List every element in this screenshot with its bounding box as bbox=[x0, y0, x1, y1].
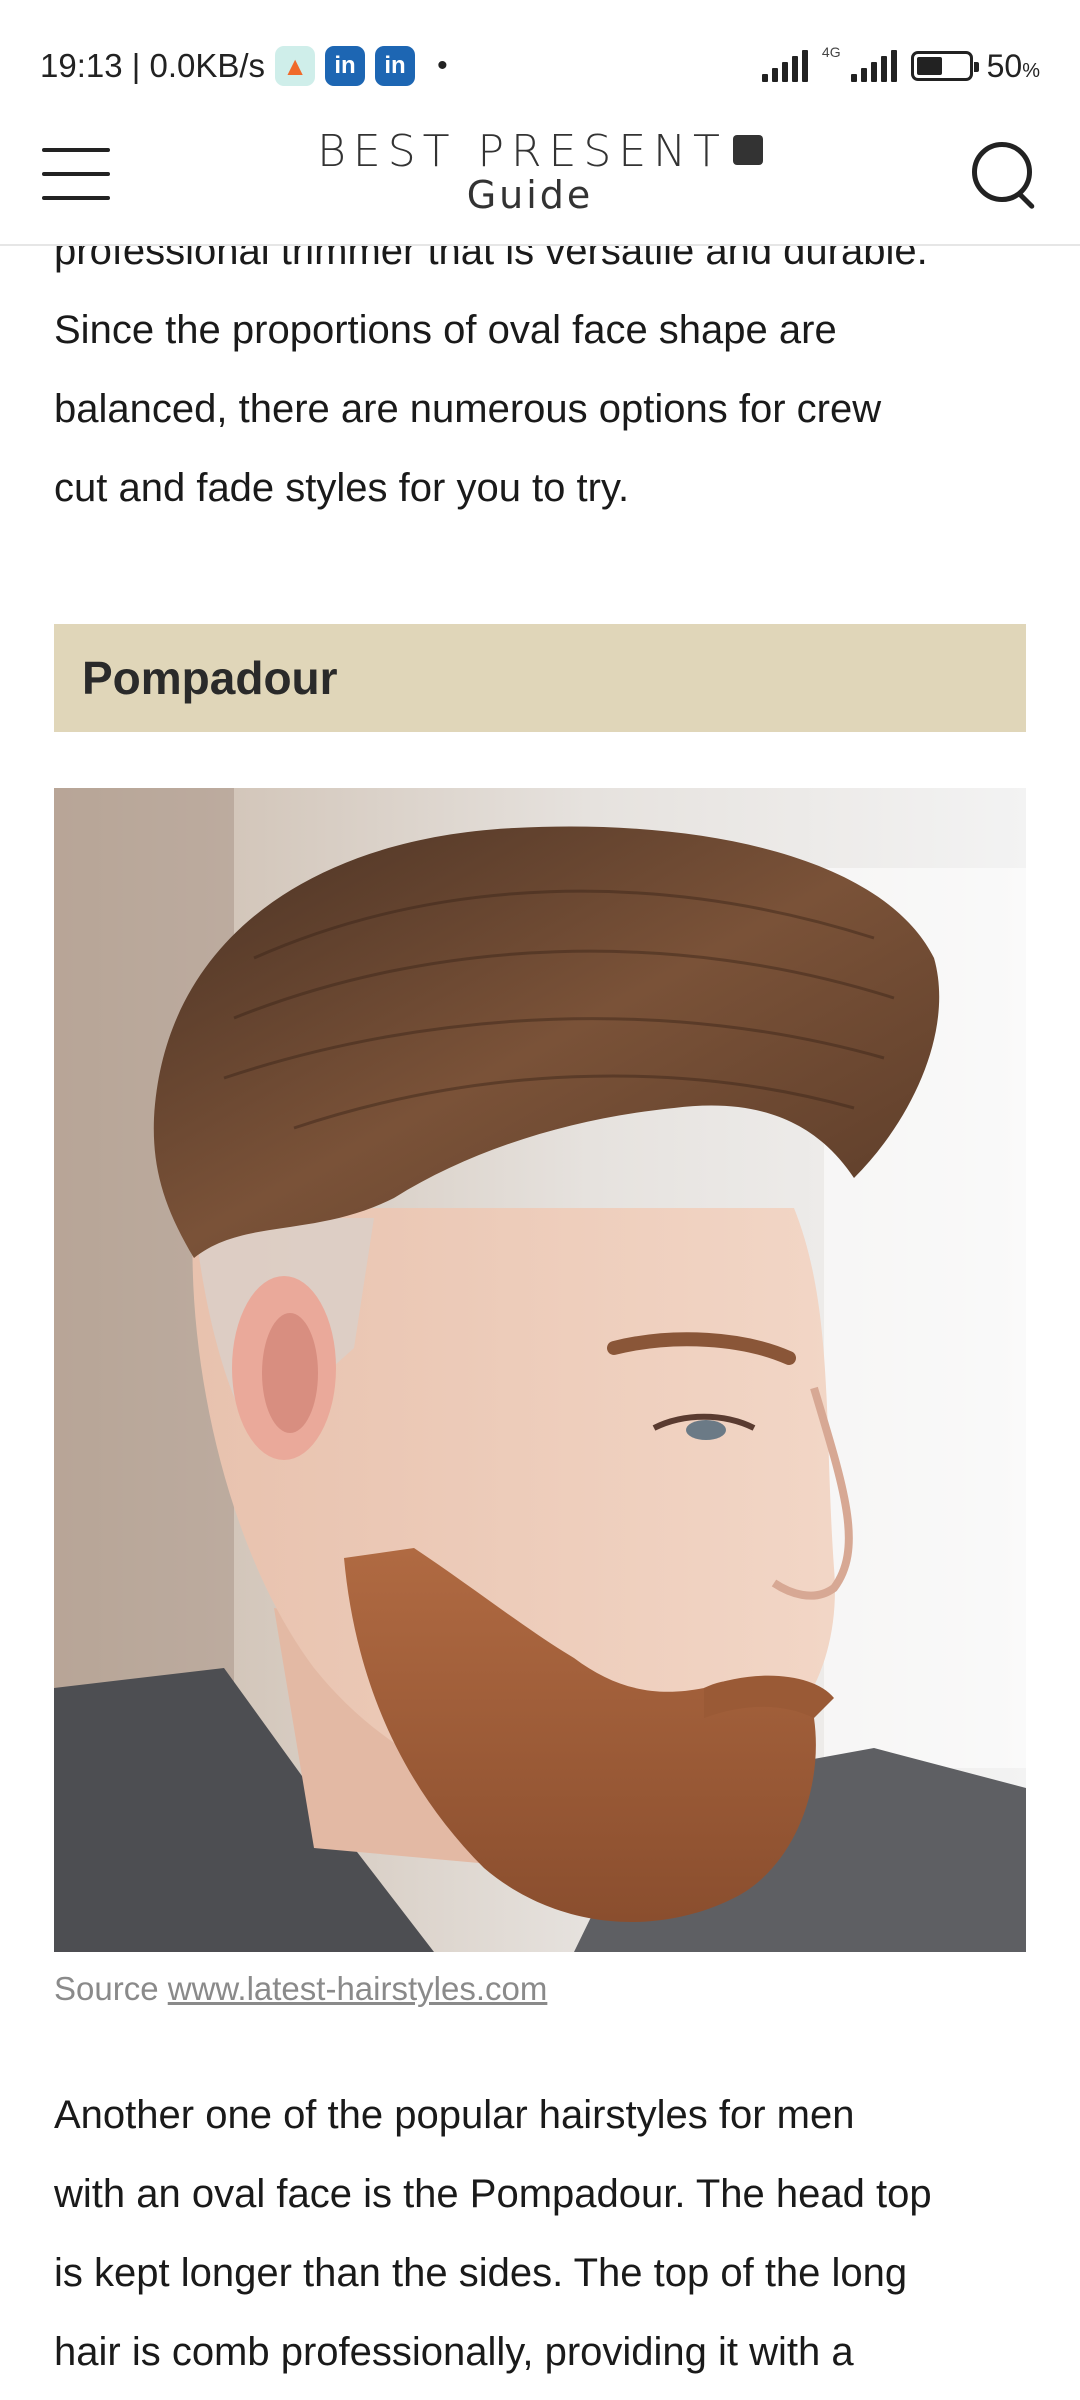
site-header: BEST PRESENT Guide bbox=[0, 118, 1080, 246]
section-heading-box: Pompadour bbox=[54, 624, 1026, 732]
logo-line2: Guide bbox=[466, 173, 594, 217]
body-line: with an oval face is the Pompadour. The … bbox=[54, 2172, 932, 2216]
logo-line1: BEST PRESENT bbox=[0, 126, 1080, 177]
battery-icon bbox=[910, 51, 979, 81]
intro-line: cut and fade styles for you to try. bbox=[54, 466, 630, 510]
network-type-label: 4G bbox=[821, 44, 841, 60]
more-notifications-dot-icon: • bbox=[437, 49, 448, 82]
site-logo[interactable]: BEST PRESENT Guide bbox=[0, 126, 1080, 217]
status-time-speed: 19:13 | 0.0KB/s bbox=[40, 47, 266, 84]
status-bar: 19:13 | 0.0KB/s ▲ in in • 4G 50% bbox=[0, 0, 1080, 130]
source-link[interactable]: www.latest-hairstyles.com bbox=[168, 1970, 548, 2007]
body-line: Another one of the popular hairstyles fo… bbox=[54, 2093, 855, 2137]
pompadour-hairstyle-photo[interactable] bbox=[54, 788, 1026, 1952]
body-paragraph: Another one of the popular hairstyles fo… bbox=[54, 2076, 1026, 2392]
flame-app-icon: ▲ bbox=[275, 46, 316, 86]
caption-prefix: Source bbox=[54, 1970, 168, 2007]
body-line: hair is comb professionally, providing i… bbox=[54, 2330, 854, 2374]
image-caption: Source www.latest-hairstyles.com bbox=[54, 1970, 547, 2008]
battery-percent: 50% bbox=[986, 47, 1040, 84]
linkedin-icon: in bbox=[325, 46, 366, 86]
status-left: 19:13 | 0.0KB/s ▲ in in • bbox=[40, 44, 448, 88]
gift-icon bbox=[732, 135, 763, 165]
intro-line: balanced, there are numerous options for… bbox=[54, 387, 882, 431]
search-icon[interactable] bbox=[970, 138, 1040, 214]
signal-icon bbox=[850, 50, 897, 82]
intro-line: Since the proportions of oval face shape… bbox=[54, 308, 837, 352]
signal-icon bbox=[761, 50, 808, 82]
battery-fill bbox=[916, 57, 942, 75]
linkedin-icon: in bbox=[375, 46, 416, 86]
body-line: is kept longer than the sides. The top o… bbox=[54, 2251, 908, 2295]
intro-paragraph: professional trimmer that is versatile a… bbox=[54, 212, 1026, 528]
status-right: 4G 50% bbox=[761, 44, 1040, 88]
section-heading: Pompadour bbox=[82, 652, 338, 704]
